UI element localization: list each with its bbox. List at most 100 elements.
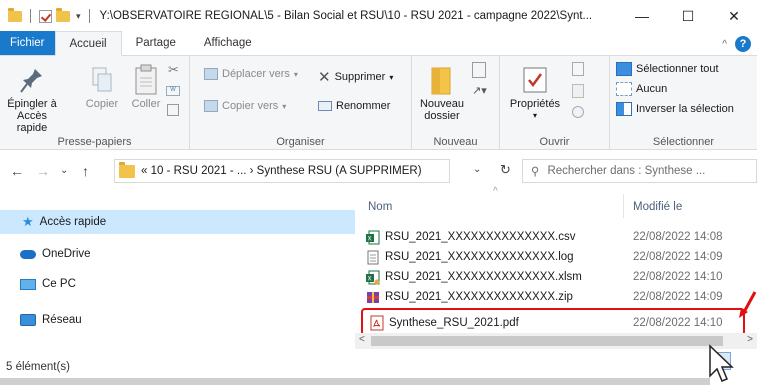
customize-toolbar-icon[interactable]: ▾ bbox=[76, 11, 81, 22]
new-folder-label: Nouveau dossier bbox=[419, 98, 465, 122]
sidebar-item-label: OneDrive bbox=[42, 248, 91, 260]
collapse-ribbon-icon[interactable]: ^ bbox=[722, 39, 727, 50]
rename-button[interactable]: Renommer bbox=[318, 100, 390, 112]
history-icon[interactable] bbox=[572, 106, 584, 118]
folder-icon bbox=[8, 7, 22, 22]
window-controls: — ☐ ✕ bbox=[619, 0, 757, 32]
pin-quick-access-button[interactable]: Épingler à Accès rapide bbox=[4, 66, 60, 134]
scroll-right-icon[interactable]: > bbox=[747, 334, 753, 345]
new-folder-icon[interactable] bbox=[56, 7, 70, 22]
help-icon[interactable]: ? bbox=[735, 36, 751, 52]
open-icon[interactable] bbox=[572, 62, 584, 76]
column-modified[interactable]: Modifié le bbox=[633, 201, 682, 213]
tab-fichier[interactable]: Fichier bbox=[0, 31, 55, 55]
properties-button[interactable]: Propriétés ▾ bbox=[506, 64, 564, 122]
annotation-arrow-icon bbox=[739, 291, 757, 318]
up-arrow-icon[interactable]: ↑ bbox=[82, 163, 89, 179]
rename-icon bbox=[318, 101, 332, 111]
tab-accueil[interactable]: Accueil bbox=[54, 31, 122, 56]
copy-label: Copier bbox=[85, 98, 119, 110]
select-all-label: Sélectionner tout bbox=[636, 63, 719, 75]
folder-icon bbox=[431, 67, 451, 95]
divider bbox=[0, 378, 710, 385]
quick-access-toolbar: ▾ bbox=[0, 7, 94, 23]
group-ouvrir: Propriétés ▾ Ouvrir bbox=[500, 56, 610, 150]
edit-icon[interactable] bbox=[572, 84, 584, 98]
sidebar-item-ce-pc[interactable]: Ce PC bbox=[20, 278, 76, 290]
pin-label: Épingler à Accès rapide bbox=[7, 98, 57, 134]
pin-icon bbox=[20, 69, 42, 93]
group-label: Presse-papiers bbox=[57, 136, 132, 148]
close-button[interactable]: ✕ bbox=[711, 0, 757, 32]
file-row[interactable]: X RSU_2021_XXXXXXXXXXXXXX.csv 22/08/2022… bbox=[355, 228, 757, 248]
forward-arrow-icon[interactable]: → bbox=[36, 163, 50, 179]
group-organiser: Déplacer vers ▾ Copier vers ▾ ✕ Supprime… bbox=[190, 56, 412, 150]
file-name: RSU_2021_XXXXXXXXXXXXXX.zip bbox=[385, 291, 573, 303]
back-arrow-icon[interactable]: ← bbox=[10, 163, 24, 179]
copy-button[interactable]: Copier bbox=[82, 66, 122, 110]
address-bar[interactable]: « 10 - RSU 2021 - ... › Synthese RSU (A … bbox=[114, 159, 450, 183]
divider bbox=[623, 194, 624, 218]
column-headers: ^ Nom Modifié le bbox=[355, 186, 757, 220]
highlight-box bbox=[361, 308, 745, 336]
tab-affichage[interactable]: Affichage bbox=[190, 31, 266, 55]
excel-macro-icon: X bbox=[366, 270, 380, 288]
file-date: 22/08/2022 14:10 bbox=[633, 271, 723, 283]
sidebar-item-onedrive[interactable]: OneDrive bbox=[20, 248, 91, 260]
copy-to-icon bbox=[204, 100, 218, 112]
cut-icon[interactable]: ✂ bbox=[168, 62, 179, 78]
sidebar-item-reseau[interactable]: Réseau bbox=[20, 314, 82, 326]
file-row[interactable]: RSU_2021_XXXXXXXXXXXXXX.zip 22/08/2022 1… bbox=[355, 288, 757, 308]
copy-to-button[interactable]: Copier vers ▾ bbox=[204, 100, 286, 112]
star-icon: ★ bbox=[22, 214, 34, 229]
paste-button[interactable]: Coller bbox=[126, 64, 166, 110]
group-label: Nouveau bbox=[433, 136, 478, 148]
invert-selection-button[interactable]: Inverser la sélection bbox=[616, 102, 734, 116]
search-input[interactable]: ⚲ Rechercher dans : Synthese ... bbox=[522, 159, 757, 183]
cloud-icon bbox=[20, 249, 36, 259]
properties-label: Propriétés bbox=[509, 98, 561, 110]
maximize-button[interactable]: ☐ bbox=[665, 0, 711, 32]
new-folder-button[interactable]: Nouveau dossier bbox=[416, 64, 468, 122]
delete-button[interactable]: ✕ Supprimer ▾ bbox=[318, 68, 393, 86]
refresh-icon[interactable]: ↻ bbox=[500, 162, 511, 178]
file-date: 22/08/2022 14:09 bbox=[633, 291, 723, 303]
minimize-button[interactable]: — bbox=[619, 0, 665, 32]
item-count: 5 élément(s) bbox=[6, 361, 70, 373]
navigation-bar: ← → ⌄ ↑ « 10 - RSU 2021 - ... › Synthese… bbox=[0, 150, 757, 192]
select-all-button[interactable]: Sélectionner tout bbox=[616, 62, 719, 76]
scroll-left-icon[interactable]: < bbox=[359, 334, 365, 345]
sort-ascending-icon: ^ bbox=[493, 186, 498, 197]
computer-icon bbox=[20, 278, 36, 290]
title-bar: ▾ Y:\OBSERVATOIRE REGIONAL\5 - Bilan Soc… bbox=[0, 0, 757, 32]
move-label: Déplacer vers bbox=[222, 68, 290, 80]
text-file-icon bbox=[366, 250, 380, 268]
file-list: ^ Nom Modifié le X RSU_2021_XXXXXXXXXXXX… bbox=[355, 186, 757, 347]
ribbon-tabs: Fichier Accueil Partage Affichage ^ ? bbox=[0, 31, 757, 56]
paste-icon bbox=[135, 64, 157, 95]
file-row[interactable]: X RSU_2021_XXXXXXXXXXXXXX.xlsm 22/08/202… bbox=[355, 268, 757, 288]
select-none-button[interactable]: Aucun bbox=[616, 82, 667, 96]
move-to-button[interactable]: Déplacer vers ▾ bbox=[204, 68, 298, 80]
tab-partage[interactable]: Partage bbox=[122, 31, 190, 55]
delete-icon: ✕ bbox=[318, 69, 331, 86]
copy-path-icon[interactable]: W bbox=[166, 86, 180, 96]
window-title: Y:\OBSERVATOIRE REGIONAL\5 - Bilan Socia… bbox=[99, 10, 593, 22]
sidebar-item-acces-rapide[interactable]: ★ Accès rapide bbox=[0, 210, 355, 234]
address-dropdown-icon[interactable]: ⌄ bbox=[473, 164, 481, 175]
column-name[interactable]: Nom bbox=[368, 201, 392, 213]
group-label: Sélectionner bbox=[652, 136, 715, 148]
scroll-thumb[interactable] bbox=[371, 336, 723, 346]
ribbon: Épingler à Accès rapide Copier Coller ✂ … bbox=[0, 56, 757, 150]
easy-access-icon[interactable]: ↗▾ bbox=[472, 84, 487, 97]
invert-selection-label: Inverser la sélection bbox=[636, 103, 734, 115]
recent-locations-icon[interactable]: ⌄ bbox=[60, 165, 68, 176]
horizontal-scrollbar[interactable]: < > bbox=[355, 333, 757, 349]
new-item-icon[interactable] bbox=[472, 62, 486, 78]
sidebar-item-label: Ce PC bbox=[42, 278, 76, 290]
file-row[interactable]: RSU_2021_XXXXXXXXXXXXXX.log 22/08/2022 1… bbox=[355, 248, 757, 268]
properties-check-icon[interactable] bbox=[39, 9, 52, 23]
group-nouveau: Nouveau dossier ↗▾ Nouveau bbox=[412, 56, 500, 150]
paste-shortcut-icon[interactable] bbox=[167, 104, 179, 116]
copy-icon bbox=[92, 67, 112, 92]
